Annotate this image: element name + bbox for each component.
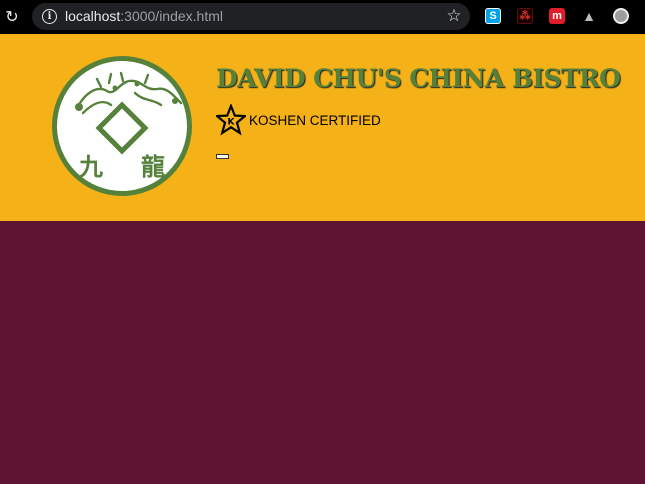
reload-icon[interactable]: ↻	[4, 7, 20, 27]
drive-icon[interactable]: ▲	[581, 8, 597, 24]
site-header: 九 龍 DAVID CHU'S CHINA BISTRO K KOSHEN CE…	[0, 34, 645, 221]
logo[interactable]: 九 龍	[49, 53, 195, 199]
svg-text:K: K	[228, 118, 236, 128]
brand-title[interactable]: DAVID CHU'S CHINA BISTRO	[216, 62, 621, 96]
browser-toolbar: ↻ i localhost:3000/index.html ☆ S ⁂ m ▲	[0, 0, 645, 34]
circle-icon[interactable]	[613, 8, 629, 24]
logo-char-left: 九	[78, 153, 103, 181]
logo-char-right: 龍	[141, 153, 165, 181]
award-text: KOSHEN CERTIFIED	[249, 113, 381, 128]
info-icon[interactable]: i	[42, 9, 57, 24]
menu-toggle-button[interactable]	[216, 154, 229, 159]
address-bar[interactable]: i localhost:3000/index.html ☆	[32, 3, 470, 30]
star-award-icon: K	[216, 104, 246, 136]
url-path: :3000/index.html	[120, 8, 223, 24]
pdf-icon[interactable]: ⁂	[517, 8, 533, 24]
m-icon[interactable]: m	[549, 8, 565, 24]
url-text[interactable]: localhost:3000/index.html	[65, 8, 223, 25]
url-host: localhost	[65, 8, 121, 24]
skype-icon[interactable]: S	[485, 8, 501, 24]
star-icon[interactable]: ☆	[444, 6, 464, 26]
